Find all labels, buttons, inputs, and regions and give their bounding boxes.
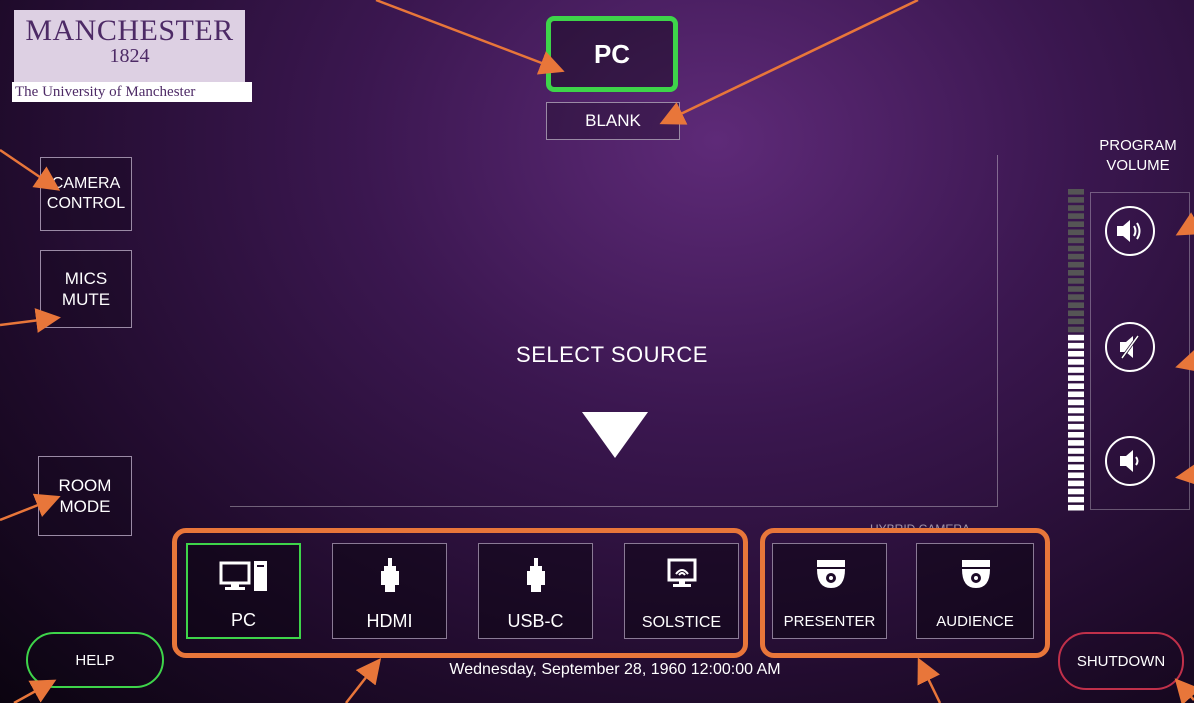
annotation-arrows [0, 0, 1194, 703]
